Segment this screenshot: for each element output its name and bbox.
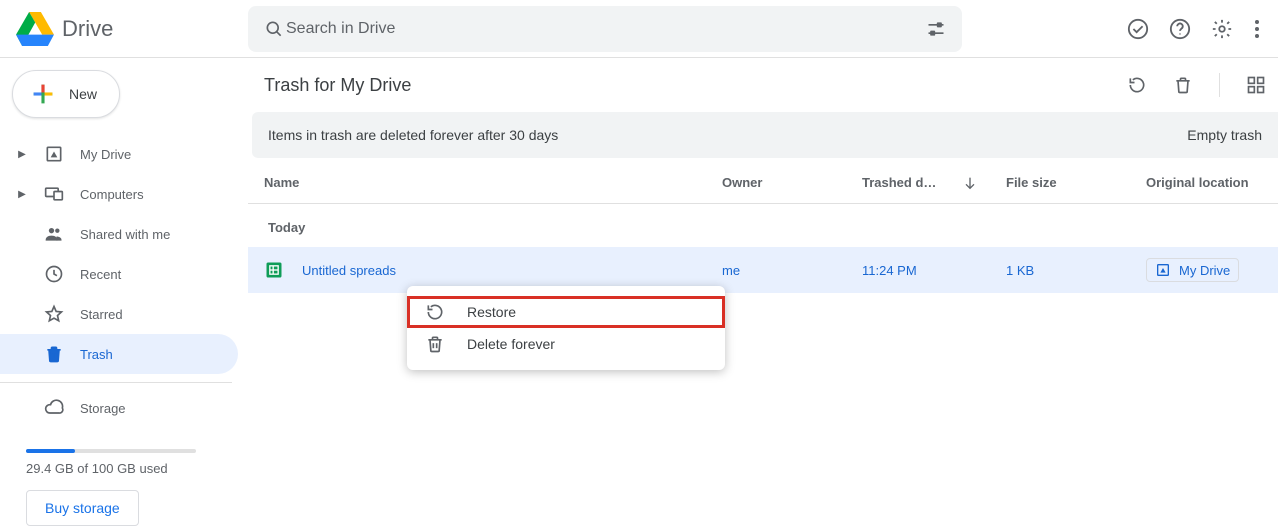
buy-storage-button[interactable]: Buy storage [26,490,139,526]
sidebar-item-label: Computers [80,187,144,202]
divider [1219,73,1220,97]
star-icon [42,304,66,324]
expand-icon[interactable]: ▶ [16,149,28,160]
file-name: Untitled spreads [302,263,396,278]
expand-icon[interactable]: ▶ [16,189,28,200]
sidebar-item-label: My Drive [80,147,131,162]
my-drive-icon [42,144,66,164]
sidebar-item-label: Shared with me [80,227,170,242]
file-owner: me [722,263,862,278]
sidebar-item-label: Recent [80,267,121,282]
location-label: My Drive [1179,263,1230,278]
storage-used-text: 29.4 GB of 100 GB used [26,461,248,476]
divider [0,382,232,383]
trash-icon [42,344,66,364]
new-button-label: New [69,86,97,102]
storage-meter [26,449,196,453]
new-button[interactable]: New [12,70,120,118]
context-menu-restore[interactable]: Restore [407,296,725,328]
original-location-chip[interactable]: My Drive [1146,258,1239,282]
drive-logo-icon [16,12,54,46]
sidebar-item-computers[interactable]: ▶ Computers [0,174,238,214]
app-name: Drive [62,16,113,42]
content-area: Trash for My Drive Items in trash are de… [248,58,1278,531]
table-header: Name Owner Trashed d… File size Original… [248,162,1278,204]
sidebar-item-recent[interactable]: Recent [0,254,238,294]
context-menu-label: Delete forever [467,336,555,352]
date-group-label: Today [248,204,1278,247]
context-menu-delete-forever[interactable]: Delete forever [407,328,725,360]
content-header: Trash for My Drive [248,58,1278,112]
sort-desc-arrow-icon[interactable] [962,175,978,191]
computers-icon [42,184,66,204]
app-header: Drive [0,0,1278,58]
empty-trash-link[interactable]: Empty trash [1187,127,1262,143]
sidebar-item-trash[interactable]: Trash [0,334,238,374]
restore-icon [425,302,445,322]
file-trashed-date: 11:24 PM [862,263,1006,278]
banner-text: Items in trash are deleted forever after… [268,127,558,143]
restore-from-trash-icon[interactable] [1125,73,1149,97]
sidebar: New ▶ My Drive ▶ Computers Shared with m… [0,58,248,531]
sheets-file-icon [264,260,284,280]
delete-forever-icon[interactable] [1171,73,1195,97]
offline-ready-icon[interactable] [1126,17,1150,41]
col-location[interactable]: Original location [1146,175,1262,190]
sidebar-item-starred[interactable]: Starred [0,294,238,334]
recent-icon [42,264,66,284]
page-title: Trash for My Drive [264,75,411,96]
context-menu-label: Restore [467,304,516,320]
my-drive-icon [1155,262,1171,278]
plus-icon [29,80,57,108]
search-input[interactable] [286,20,924,38]
header-actions [1126,17,1268,41]
col-size[interactable]: File size [1006,175,1146,190]
sidebar-item-label: Trash [80,347,113,362]
trash-info-banner: Items in trash are deleted forever after… [252,112,1278,158]
grid-view-icon[interactable] [1244,73,1268,97]
table-row[interactable]: Untitled spreads me 11:24 PM 1 KB My Dri… [248,247,1278,293]
col-trashed-date[interactable]: Trashed d… [862,175,1006,191]
sidebar-item-label: Storage [80,401,126,416]
search-options-icon[interactable] [924,17,948,41]
col-owner[interactable]: Owner [722,175,862,190]
help-icon[interactable] [1168,17,1192,41]
sidebar-item-my-drive[interactable]: ▶ My Drive [0,134,238,174]
search-icon[interactable] [262,17,286,41]
sidebar-item-storage[interactable]: Storage [0,391,238,425]
cloud-icon [42,398,66,418]
logo-block[interactable]: Drive [16,12,248,46]
trash-icon [425,334,445,354]
sidebar-item-shared[interactable]: Shared with me [0,214,238,254]
col-name[interactable]: Name [264,175,722,190]
more-vert-icon[interactable] [1252,17,1262,41]
search-wrap [248,6,962,52]
shared-icon [42,224,66,244]
sidebar-item-label: Starred [80,307,123,322]
file-size: 1 KB [1006,263,1146,278]
context-menu: Restore Delete forever [407,286,725,370]
search-bar[interactable] [248,6,962,52]
settings-gear-icon[interactable] [1210,17,1234,41]
